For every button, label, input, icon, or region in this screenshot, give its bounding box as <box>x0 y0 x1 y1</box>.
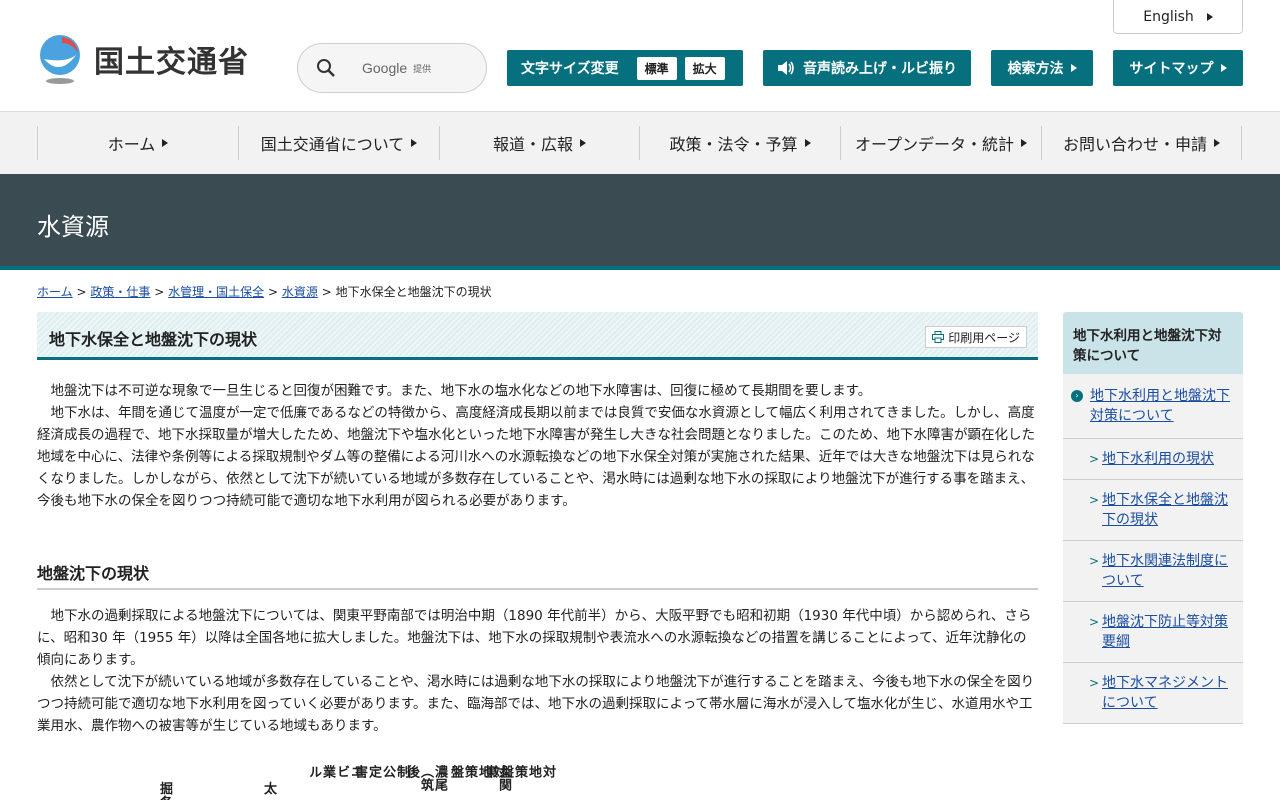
site-header: 国土交通省 English Google 提供 文字サイズ変更 標準 拡大 音声… <box>0 0 1280 112</box>
side-nav-item[interactable]: > 地下水マネジメントについて <box>1063 663 1243 724</box>
printer-icon <box>932 331 945 343</box>
nav-item-label: オープンデータ・統計 <box>854 135 1015 154</box>
triangle-right-icon <box>411 139 418 147</box>
font-size-large-button[interactable]: 拡大 <box>684 56 725 80</box>
side-nav-link[interactable]: 地下水保全と地盤沈下の現状 <box>1102 492 1228 528</box>
intro-text: 地盤沈下は不可逆な現象で一旦生じると回復が困難です。また、地下水の塩水化などの地… <box>37 380 1038 512</box>
side-nav-link[interactable]: 地盤沈下防止等対策要綱 <box>1102 614 1228 650</box>
page-title: 地下水保全と地盤沈下の現状 <box>49 330 258 349</box>
nav-item-press[interactable]: 報道・広報 <box>439 126 639 160</box>
side-nav-link[interactable]: 地下水関連法制度について <box>1102 553 1228 589</box>
breadcrumb-link-policy[interactable]: 政策・仕事 <box>90 285 150 299</box>
chevron-right-icon: > <box>1089 493 1100 507</box>
search-box[interactable]: Google 提供 <box>297 43 487 93</box>
figure-text-fragment: 掘各関 <box>160 782 174 800</box>
search-method-button[interactable]: 検索方法 <box>991 50 1093 86</box>
font-size-control: 文字サイズ変更 標準 拡大 <box>507 50 743 86</box>
nav-item-label: ホーム <box>107 135 156 154</box>
global-nav: ホーム 国土交通省について 報道・広報 政策・法令・予算 オープンデータ・統計 … <box>0 112 1280 174</box>
search-method-label: 検索方法 <box>1007 61 1064 77</box>
nav-item-label: お問い合わせ・申請 <box>1062 135 1207 154</box>
breadcrumb-current: 地下水保全と地盤沈下の現状 <box>335 285 492 299</box>
figure-text-fragment: 濃尾（筑後 <box>404 765 447 791</box>
print-label: 印刷用ページ <box>948 330 1020 345</box>
side-nav-heading: 地下水利用と地盤沈下対策について <box>1063 312 1243 374</box>
search-icon[interactable] <box>316 58 336 78</box>
breadcrumb-link-home[interactable]: ホーム <box>37 285 73 299</box>
triangle-right-icon <box>1070 64 1077 72</box>
mlit-logo-icon <box>36 33 86 85</box>
nav-item-about[interactable]: 国土交通省について <box>238 126 439 160</box>
figure-text-fragment: 対地策盤 <box>498 765 555 778</box>
side-nav-item[interactable]: > 地下水関連法制度について <box>1063 541 1243 602</box>
section-text: 地下水の過剰採取による地盤沈下については、関東平野南部では明治中期（1890 年… <box>37 605 1038 737</box>
figure-text-fragment: 制公定害 <box>352 765 409 778</box>
breadcrumb-link-water-resources[interactable]: 水資源 <box>282 285 318 299</box>
english-label: English <box>1143 8 1194 25</box>
nav-item-policy[interactable]: 政策・法令・予算 <box>639 126 840 160</box>
english-button[interactable]: English <box>1113 0 1243 34</box>
chevron-right-icon: > <box>1089 615 1100 629</box>
intro-paragraph: 地下水は、年間を通じて温度が一定で低廉であるなどの特徴から、高度経済成長期以前ま… <box>37 405 1036 509</box>
nav-item-contact[interactable]: お問い合わせ・申請 <box>1041 126 1242 160</box>
nav-item-opendata[interactable]: オープンデータ・統計 <box>840 126 1041 160</box>
breadcrumb: ホーム > 政策・仕事 > 水管理・国土保全 > 水資源 > 地下水保全と地盤沈… <box>37 283 492 300</box>
category-banner: 水資源 <box>0 174 1280 270</box>
triangle-right-icon <box>1206 12 1213 21</box>
page-title-box: 地下水保全と地盤沈下の現状 印刷用ページ <box>37 312 1038 360</box>
side-nav-item[interactable]: > 地下水利用の現状 <box>1063 439 1243 480</box>
breadcrumb-link-water-management[interactable]: 水管理・国土保全 <box>168 285 264 299</box>
sitemap-label: サイトマップ <box>1129 61 1214 77</box>
chevron-right-icon: > <box>1089 554 1100 568</box>
speaker-icon <box>778 61 794 75</box>
voice-reading-button[interactable]: 音声読み上げ・ルビ振り <box>763 50 971 86</box>
side-nav: 地下水利用と地盤沈下対策について › 地下水利用と地盤沈下対策について > 地下… <box>1063 312 1243 724</box>
triangle-right-icon <box>580 139 586 147</box>
side-nav-item[interactable]: > 地盤沈下防止等対策要綱 <box>1063 602 1243 663</box>
side-nav-link[interactable]: 地下水利用の現状 <box>1102 451 1214 467</box>
section-paragraph: 依然として沈下が続いている地域が多数存在していることや、渇水時には過剰な地下水の… <box>37 674 1035 734</box>
intro-paragraph: 地盤沈下は不可逆な現象で一旦生じると回復が困難です。また、地下水の塩水化などの地… <box>50 383 872 399</box>
nav-item-home[interactable]: ホーム <box>37 126 238 160</box>
section-paragraph: 地下水の過剰採取による地盤沈下については、関東平野南部では明治中期（1890 年… <box>37 608 1032 668</box>
triangle-right-icon <box>804 139 811 147</box>
google-brand: Google <box>362 60 408 76</box>
chevron-circle-icon: › <box>1071 390 1083 402</box>
nav-item-label: 国土交通省について <box>260 135 405 154</box>
triangle-right-icon <box>1220 64 1227 72</box>
side-nav-item[interactable]: > 地下水保全と地盤沈下の現状 <box>1063 480 1243 541</box>
google-provided-label: 提供 <box>413 64 432 75</box>
category-title: 水資源 <box>37 213 109 241</box>
sitemap-button[interactable]: サイトマップ <box>1113 50 1243 86</box>
breadcrumb-separator: > <box>76 285 87 299</box>
side-nav-current[interactable]: › 地下水利用と地盤沈下対策について <box>1063 374 1243 439</box>
side-nav-link[interactable]: 地下水マネジメントについて <box>1102 675 1228 711</box>
breadcrumb-separator: > <box>267 285 278 299</box>
site-logo[interactable]: 国土交通省 <box>36 33 249 85</box>
print-button[interactable]: 印刷用ページ <box>925 326 1027 348</box>
triangle-right-icon <box>1021 139 1028 147</box>
chevron-right-icon: > <box>1089 452 1100 466</box>
section-heading: 地盤沈下の現状 <box>37 560 1038 590</box>
triangle-right-icon <box>162 139 169 147</box>
breadcrumb-separator: > <box>154 285 165 299</box>
font-size-normal-button[interactable]: 標準 <box>636 56 677 80</box>
nav-item-label: 報道・広報 <box>492 135 573 154</box>
site-name: 国土交通省 <box>94 45 249 80</box>
triangle-right-icon <box>1214 139 1220 147</box>
chevron-right-icon: > <box>1089 676 1100 690</box>
font-size-label: 文字サイズ変更 <box>521 61 619 77</box>
voice-reading-label: 音声読み上げ・ルビ振り <box>803 61 957 77</box>
side-nav-current-link[interactable]: 地下水利用と地盤沈下対策について <box>1090 388 1230 424</box>
breadcrumb-separator: > <box>321 285 332 299</box>
figure-text-fragment: 太 <box>264 782 278 797</box>
nav-item-label: 政策・法令・予算 <box>669 135 798 154</box>
